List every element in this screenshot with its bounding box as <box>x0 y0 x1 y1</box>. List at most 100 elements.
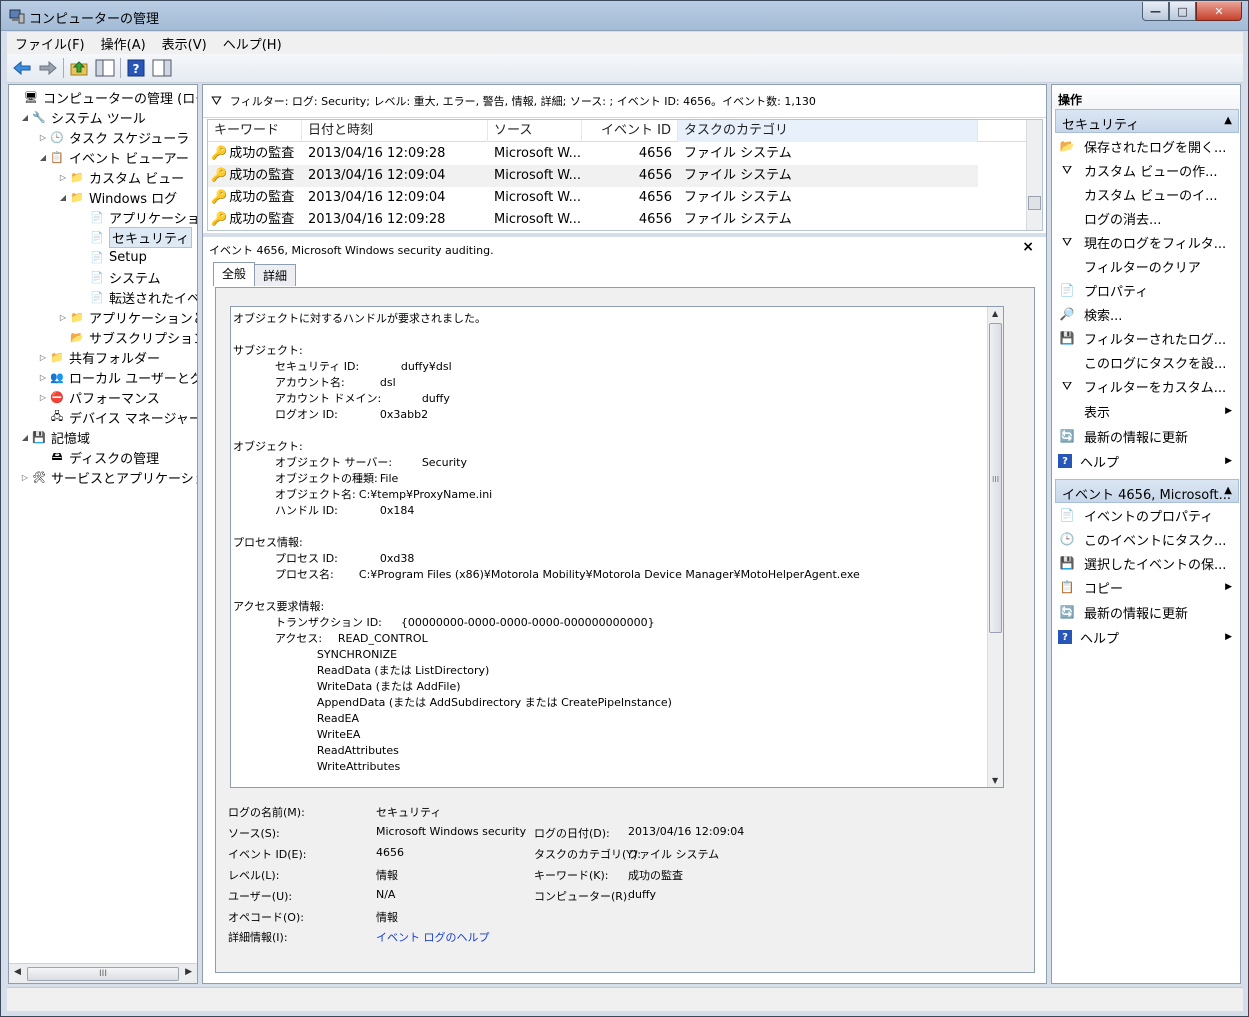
tab-details[interactable]: 詳細 <box>254 264 297 286</box>
menu-help[interactable]: ヘルプ(H) <box>215 34 290 53</box>
tree-node-application[interactable]: 📄 アプリケーショ <box>77 207 197 227</box>
audit-key-icon: 🔑 <box>211 168 228 183</box>
minimize-button[interactable]: — <box>1142 2 1169 21</box>
action-properties[interactable]: 📄 プロパティ <box>1058 278 1238 302</box>
audit-key-icon: 🔑 <box>211 146 228 161</box>
action-refresh-event[interactable]: 🔄 最新の情報に更新 <box>1058 600 1238 624</box>
menu-view[interactable]: 表示(V) <box>154 34 215 53</box>
console-tree: 🖥コンピューターの管理 (ローカ ◢🔧システム ツール ▷🕒タスク スケジューラ… <box>8 84 198 984</box>
menu-action[interactable]: 操作(A) <box>93 34 154 53</box>
table-row[interactable]: 🔑 成功の監査 2013/04/16 12:09:28 Microsoft W..… <box>208 209 978 231</box>
collapsed-arrow-icon[interactable]: ▷ <box>37 353 49 362</box>
tree-node-shared-folders[interactable]: ▷ 📁 共有フォルダー <box>37 347 160 367</box>
tree-node-performance[interactable]: ▷ ⛔ パフォーマンス <box>37 387 160 407</box>
expanded-arrow-icon[interactable]: ◢ <box>19 113 31 122</box>
general-tab-body: オブジェクトに対するハンドルが要求されました。 サブジェクト: セキュリティ I… <box>215 287 1035 973</box>
subscriptions-icon: 📂 <box>70 330 84 344</box>
tree-node-system[interactable]: 📄 システム <box>77 267 160 287</box>
find-icon: 🔎 <box>1059 307 1075 321</box>
maximize-button[interactable]: □ <box>1169 2 1196 21</box>
tree-node-device-manager[interactable]: 🖧 デバイス マネージャー <box>37 407 197 427</box>
action-save-filtered-log[interactable]: 💾 フィルターされたログ... <box>1058 326 1238 350</box>
action-filter-current-log[interactable]: ⛛ 現在のログをフィルタ... <box>1058 230 1238 254</box>
tree-node-services-and-applications[interactable]: ▷ 🛠 サービスとアプリケーショ <box>19 467 197 487</box>
column-source[interactable]: ソース <box>488 120 582 142</box>
tree-node-event-viewer[interactable]: ◢ 📋 イベント ビューアー <box>37 147 189 167</box>
action-find[interactable]: 🔎 検索... <box>1058 302 1238 326</box>
collapse-caret-icon[interactable]: ▲ <box>1224 485 1232 496</box>
action-help[interactable]: ? ヘルプ ▶ <box>1058 449 1238 473</box>
tree-node-system-tools[interactable]: ◢ 🔧 システム ツール <box>19 107 146 127</box>
tree-node-subscriptions[interactable]: 📂 サブスクリプション <box>57 327 197 347</box>
collapsed-arrow-icon[interactable]: ▷ <box>37 133 49 142</box>
scroll-right-icon[interactable]: ▶ <box>185 967 192 977</box>
collapsed-arrow-icon[interactable]: ▷ <box>37 373 49 382</box>
tree-horizontal-scrollbar[interactable]: ◀ III ▶ <box>9 963 197 983</box>
action-import-custom-view[interactable]: カスタム ビューのイ... <box>1058 182 1238 206</box>
action-attach-task-to-event[interactable]: 🕒 このイベントにタスク... <box>1058 527 1238 551</box>
close-detail-icon[interactable]: × <box>1022 239 1034 255</box>
collapsed-arrow-icon[interactable]: ▷ <box>19 473 31 482</box>
tree-node-forwarded-events[interactable]: 📄 転送されたイベ <box>77 287 197 307</box>
expanded-arrow-icon[interactable]: ◢ <box>57 193 69 202</box>
tree-node-security[interactable]: 📄 セキュリティ <box>77 226 193 248</box>
collapsed-arrow-icon[interactable]: ▷ <box>57 313 69 322</box>
submenu-arrow-icon: ▶ <box>1225 632 1232 642</box>
action-event-properties[interactable]: 📄 イベントのプロパティ <box>1058 503 1238 527</box>
scrollbar-thumb[interactable] <box>1028 196 1041 210</box>
action-view[interactable]: 表示 ▶ <box>1058 399 1238 423</box>
collapse-caret-icon[interactable]: ▲ <box>1224 115 1232 126</box>
tree-node-applications-and-services[interactable]: ▷ 📁 アプリケーションと <box>57 307 197 327</box>
opcode-value: 情報 <box>376 911 398 924</box>
window-title: コンピューターの管理 <box>29 12 160 27</box>
action-attach-task-to-log[interactable]: このログにタスクを設... <box>1058 350 1238 374</box>
column-task-category[interactable]: タスクのカテゴリ <box>678 120 978 142</box>
tree-node-storage[interactable]: ◢ 💾 記憶域 <box>19 427 90 447</box>
event-log-help-link[interactable]: イベント ログのヘルプ <box>376 929 490 945</box>
close-button[interactable]: ✕ <box>1196 2 1242 21</box>
expanded-arrow-icon[interactable]: ◢ <box>19 433 31 442</box>
menu-file[interactable]: ファイル(F) <box>7 34 93 53</box>
up-icon[interactable] <box>68 57 90 79</box>
table-row[interactable]: 🔑 成功の監査 2013/04/16 12:09:04 Microsoft W..… <box>208 165 978 187</box>
log-icon: 📄 <box>90 250 104 264</box>
tab-general[interactable]: 全般 <box>213 262 256 286</box>
action-clear-filter[interactable]: フィルターのクリア <box>1058 254 1238 278</box>
action-create-custom-view[interactable]: ⛛ カスタム ビューの作... <box>1058 158 1238 182</box>
show-hide-tree-icon[interactable] <box>94 57 116 79</box>
table-row[interactable]: 🔑 成功の監査 2013/04/16 12:09:04 Microsoft W..… <box>208 187 978 209</box>
action-help-event[interactable]: ? ヘルプ ▶ <box>1058 625 1238 649</box>
action-open-saved-log[interactable]: 📂 保存されたログを開く... <box>1058 134 1238 158</box>
scrollbar-thumb[interactable]: III <box>27 967 179 981</box>
scroll-left-icon[interactable]: ◀ <box>14 967 21 977</box>
action-copy[interactable]: 📋 コピー ▶ <box>1058 575 1238 599</box>
column-keyword[interactable]: キーワード <box>208 120 302 142</box>
column-event-id[interactable]: イベント ID <box>582 120 678 142</box>
show-hide-action-icon[interactable] <box>151 57 173 79</box>
save-icon: 💾 <box>1059 556 1075 570</box>
help-icon[interactable]: ? <box>125 57 147 79</box>
help-icon: ? <box>1058 454 1072 468</box>
table-row[interactable]: 🔑 成功の監査 2013/04/16 12:09:28 Microsoft W..… <box>208 143 978 165</box>
action-clear-log[interactable]: ログの消去... <box>1058 206 1238 230</box>
tree-node-windows-logs[interactable]: ◢ 📁 Windows ログ <box>57 187 177 207</box>
collapsed-arrow-icon[interactable]: ▷ <box>37 393 49 402</box>
tree-node-local-users-groups[interactable]: ▷ 👥 ローカル ユーザーとグ <box>37 367 197 387</box>
forward-icon[interactable] <box>37 57 59 79</box>
event-list-scrollbar[interactable] <box>1026 120 1042 230</box>
actions-section-security[interactable]: セキュリティ ▲ <box>1055 109 1239 133</box>
action-save-selected-events[interactable]: 💾 選択したイベントの保... <box>1058 551 1238 575</box>
tree-node-computer-management[interactable]: 🖥コンピューターの管理 (ローカ <box>11 87 197 107</box>
tree-node-disk-management[interactable]: 🖴 ディスクの管理 <box>37 447 159 467</box>
action-refresh[interactable]: 🔄 最新の情報に更新 <box>1058 424 1238 448</box>
collapsed-arrow-icon[interactable]: ▷ <box>57 173 69 182</box>
tree-node-setup[interactable]: 📄 Setup <box>77 247 147 267</box>
tree-node-task-scheduler[interactable]: ▷ 🕒 タスク スケジューラ <box>37 127 189 147</box>
actions-section-event[interactable]: イベント 4656, Microsoft... ▲ <box>1055 479 1239 503</box>
menu-bar: ファイル(F) 操作(A) 表示(V) ヘルプ(H) <box>7 32 1243 54</box>
expanded-arrow-icon[interactable]: ◢ <box>37 153 49 162</box>
tree-node-custom-views[interactable]: ▷ 📁 カスタム ビュー <box>57 167 184 187</box>
column-date-time[interactable]: 日付と時刻 <box>302 120 488 142</box>
action-save-filter-to-custom-view[interactable]: ⛛ フィルターをカスタム... <box>1058 374 1238 398</box>
back-icon[interactable] <box>11 57 33 79</box>
